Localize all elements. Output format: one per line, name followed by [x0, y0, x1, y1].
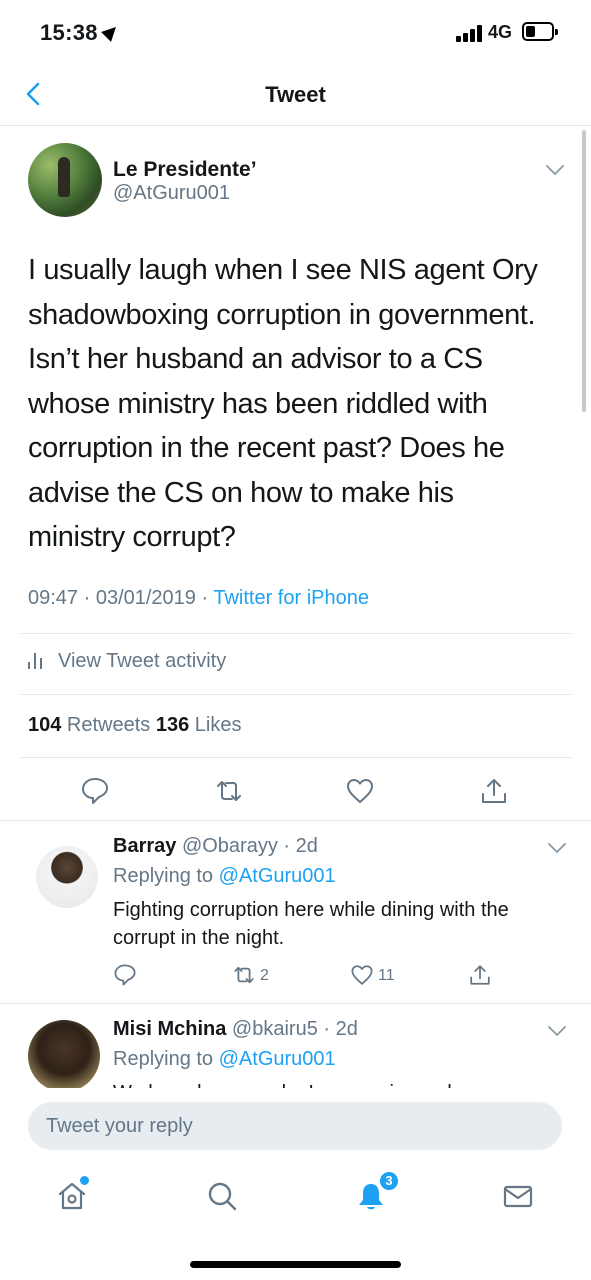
chevron-down-icon[interactable]	[548, 1025, 566, 1037]
share-icon[interactable]	[468, 963, 492, 987]
like-count[interactable]: 136	[156, 714, 189, 736]
share-icon[interactable]	[479, 776, 509, 806]
chevron-down-icon[interactable]	[548, 842, 566, 854]
replying-to-handle[interactable]: @AtGuru001	[219, 865, 336, 887]
tweet-text-line: ministry corrupt?	[28, 521, 236, 553]
divider	[20, 694, 572, 695]
status-time: 15:38	[40, 20, 121, 46]
notification-badge: 3	[378, 1170, 400, 1192]
home-indicator[interactable]	[190, 1261, 401, 1268]
activity-bars-icon	[28, 653, 44, 669]
tweet-stats: 104 Retweets 136 Likes	[28, 714, 241, 737]
signal-icon	[456, 24, 484, 42]
author-handle[interactable]: @AtGuru001	[113, 182, 230, 205]
reply-author[interactable]: Misi Mchina @bkairu5 · 2d	[113, 1018, 358, 1041]
messages-envelope-icon[interactable]	[502, 1180, 534, 1212]
divider	[20, 633, 572, 634]
replying-to: Replying to @AtGuru001	[113, 865, 336, 888]
nav-header: Tweet	[0, 62, 591, 126]
retweet-count[interactable]: 104	[28, 714, 61, 736]
author-name[interactable]: Le Presidente’	[113, 158, 257, 182]
activity-label: View Tweet activity	[58, 650, 227, 672]
retweet-label[interactable]: Retweets	[61, 714, 155, 736]
reply-input[interactable]: Tweet your reply	[28, 1102, 562, 1150]
new-tweets-dot	[80, 1176, 89, 1185]
reply-author[interactable]: Barray @Obarayy · 2d	[113, 835, 318, 858]
tab-bar	[0, 1166, 591, 1230]
reply-author-meta: @bkairu5 · 2d	[226, 1018, 358, 1040]
tweet-text: I usually laugh when I see NIS agent Ory…	[28, 248, 568, 560]
location-arrow-icon	[100, 22, 121, 42]
reply-author-meta: @Obarayy · 2d	[176, 835, 318, 857]
search-icon[interactable]	[206, 1180, 238, 1212]
status-time-text: 15:38	[40, 20, 98, 45]
like-label[interactable]: Likes	[189, 714, 242, 736]
scrollbar[interactable]	[582, 130, 586, 412]
heart-icon[interactable]	[345, 776, 375, 806]
tweet-text-line: shadowboxing corruption in government.	[28, 298, 536, 331]
tweet-actions	[0, 768, 591, 818]
replying-to-prefix: Replying to	[113, 865, 219, 887]
like-count: 11	[378, 967, 395, 984]
tweet-source-link[interactable]: Twitter for iPhone	[213, 587, 369, 609]
chevron-down-icon[interactable]	[546, 164, 564, 176]
avatar[interactable]	[28, 1020, 100, 1088]
reply-actions: 2 11	[0, 963, 591, 993]
timestamp-text: 09:47 · 03/01/2019 ·	[28, 587, 214, 609]
reply-composer: Tweet your reply	[0, 1088, 591, 1166]
view-tweet-activity[interactable]: View Tweet activity	[28, 650, 226, 673]
status-bar: 15:38 4G	[0, 0, 591, 62]
retweet-count: 2	[260, 967, 269, 984]
reply-author-name[interactable]: Barray	[113, 835, 176, 857]
replying-to-prefix: Replying to	[113, 1048, 219, 1070]
battery-icon	[522, 22, 558, 41]
divider	[0, 820, 591, 821]
reply-text: Fighting corruption here while dining wi…	[113, 899, 509, 949]
tweet-text-line: Isn’t her husband an advisor to a CS	[28, 343, 483, 375]
reply-tweet[interactable]: Misi Mchina @bkairu5 · 2d Replying to @A…	[0, 1003, 591, 1088]
tweet-text-line: whose ministry has been riddled with	[28, 387, 488, 420]
retweet-icon[interactable]	[232, 963, 256, 987]
avatar[interactable]	[28, 143, 102, 217]
network-type: 4G	[488, 22, 513, 42]
heart-icon[interactable]	[350, 963, 374, 987]
tweet-text-line: I usually laugh when I see NIS agent Ory	[28, 254, 538, 286]
replying-to-handle[interactable]: @AtGuru001	[219, 1048, 336, 1070]
reply-icon[interactable]	[80, 776, 110, 806]
divider	[20, 757, 572, 758]
page-title: Tweet	[265, 82, 326, 107]
reply-icon[interactable]	[113, 963, 137, 987]
reply-author-name[interactable]: Misi Mchina	[113, 1018, 226, 1040]
replying-to: Replying to @AtGuru001	[113, 1048, 336, 1071]
tweet-text-line: corruption in the recent past? Does he	[28, 432, 505, 464]
retweet-icon[interactable]	[214, 776, 244, 806]
reply-text: We have been made. I say again, we have	[113, 1079, 563, 1088]
tweet-timestamp: 09:47 · 03/01/2019 · Twitter for iPhone	[28, 587, 369, 610]
avatar[interactable]	[36, 846, 98, 908]
tweet-text-line: advise the CS on how to make his	[28, 476, 454, 509]
